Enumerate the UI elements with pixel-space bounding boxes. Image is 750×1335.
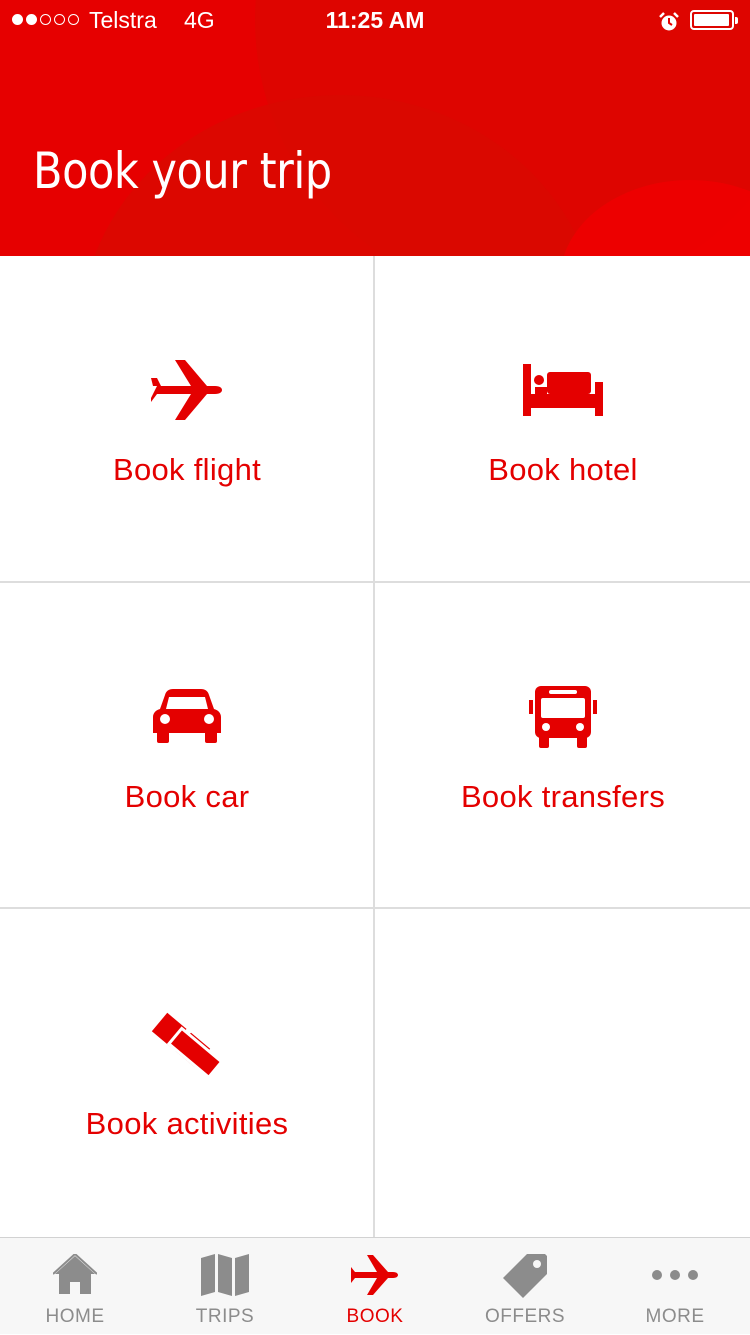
tile-label: Book transfers <box>460 779 666 814</box>
tab-more[interactable]: MORE <box>600 1238 750 1335</box>
header: Telstra 4G 11:25 AM Book your trip <box>0 0 750 256</box>
tickets-icon <box>147 1010 227 1078</box>
airplane-icon <box>151 356 223 424</box>
book-flight-tile[interactable]: Book flight <box>0 256 374 582</box>
tab-label: MORE <box>645 1306 705 1327</box>
tab-offers[interactable]: OFFERS <box>450 1238 600 1335</box>
booking-grid: Book flight Book hotel Book car Book tra… <box>0 256 750 1237</box>
alarm-icon <box>659 11 679 38</box>
tile-label: Book activities <box>85 1106 289 1141</box>
airplane-icon <box>300 1250 450 1300</box>
page-title: Book your trip <box>33 142 332 200</box>
bed-icon <box>523 356 603 424</box>
tile-label: Book flight <box>112 452 262 487</box>
status-time: 11:25 AM <box>325 7 425 33</box>
tab-label: OFFERS <box>484 1306 566 1327</box>
tag-icon <box>450 1250 600 1300</box>
tab-trips[interactable]: TRIPS <box>150 1238 300 1335</box>
bus-icon <box>529 683 597 751</box>
book-activities-tile[interactable]: Book activities <box>0 910 374 1236</box>
tab-label: TRIPS <box>195 1306 255 1327</box>
map-icon <box>150 1250 300 1300</box>
book-car-tile[interactable]: Book car <box>0 583 374 909</box>
book-hotel-tile[interactable]: Book hotel <box>376 256 750 582</box>
home-icon <box>0 1250 150 1300</box>
more-icon <box>600 1250 750 1300</box>
tab-book[interactable]: BOOK <box>300 1238 450 1335</box>
car-icon <box>153 683 221 751</box>
tab-label: BOOK <box>346 1306 404 1327</box>
tile-label: Book hotel <box>488 452 638 487</box>
tab-label: HOME <box>45 1306 105 1327</box>
tile-label: Book car <box>124 779 250 814</box>
battery-icon <box>690 10 738 30</box>
tab-home[interactable]: HOME <box>0 1238 150 1335</box>
tab-bar: HOME TRIPS BOOK OFFERS MORE <box>0 1237 750 1334</box>
status-bar: Telstra 4G 11:25 AM <box>0 0 750 40</box>
book-transfers-tile[interactable]: Book transfers <box>376 583 750 909</box>
